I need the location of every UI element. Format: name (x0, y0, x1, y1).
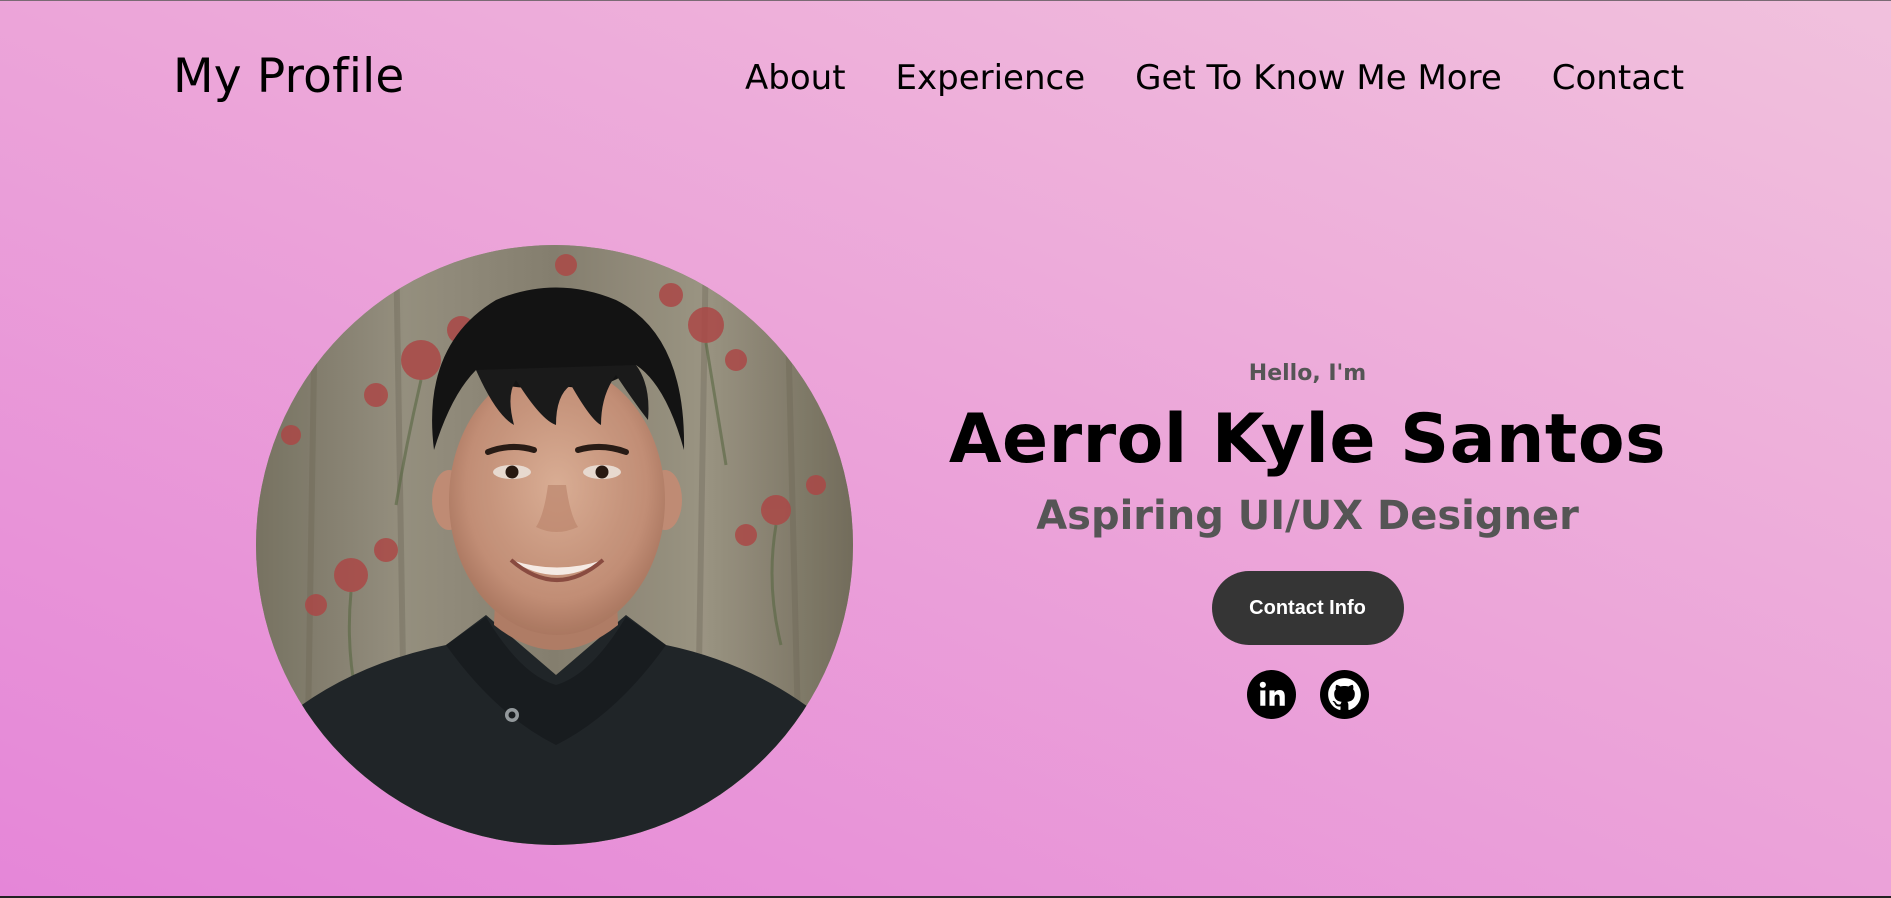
hero-role: Aspiring UI/UX Designer (1036, 493, 1579, 539)
hero-name: Aerrol Kyle Santos (948, 400, 1667, 479)
nav-item-get-to-know-me: Get To Know Me More (1135, 56, 1502, 100)
nav-link-experience[interactable]: Experience (896, 56, 1086, 100)
nav-item-contact: Contact (1552, 56, 1684, 100)
nav-link-contact[interactable]: Contact (1552, 56, 1684, 100)
nav-item-experience: Experience (896, 56, 1086, 100)
top-nav: My Profile About Experience Get To Know … (0, 1, 1891, 155)
hero-button-row: Contact Info (930, 571, 1685, 645)
nav-links: About Experience Get To Know Me More Con… (745, 56, 1684, 100)
hero-greeting: Hello, I'm (1248, 361, 1367, 386)
nav-link-about[interactable]: About (745, 56, 846, 100)
social-links (930, 670, 1685, 719)
contact-info-button[interactable]: Contact Info (1211, 571, 1404, 645)
github-icon[interactable] (1319, 670, 1369, 719)
profile-photo (256, 245, 853, 845)
linkedin-icon[interactable] (1246, 670, 1296, 719)
profile-photo-illustration (256, 245, 853, 845)
hero-text: Hello, I'm Aerrol Kyle Santos Aspiring U… (930, 351, 1685, 719)
site-logo[interactable]: My Profile (173, 48, 404, 106)
nav-link-get-to-know-me[interactable]: Get To Know Me More (1135, 56, 1502, 100)
nav-item-about: About (745, 56, 846, 100)
